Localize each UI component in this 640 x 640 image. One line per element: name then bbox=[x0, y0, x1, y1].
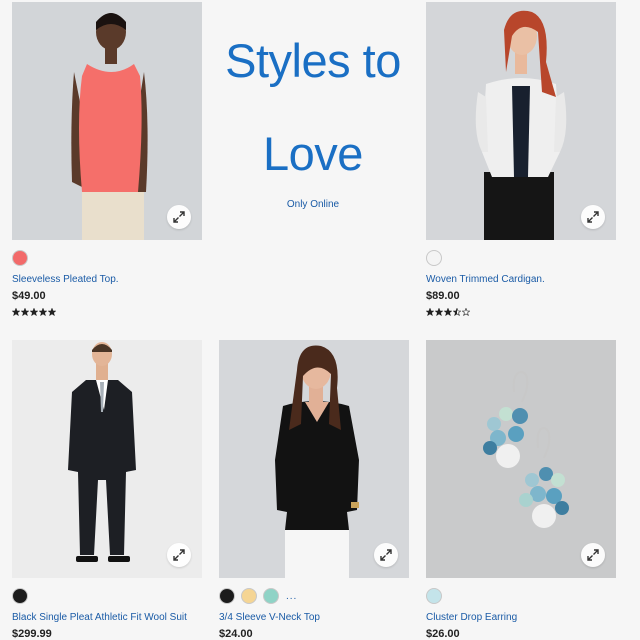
product-image[interactable] bbox=[426, 2, 616, 240]
promo-title-line2: Love bbox=[263, 127, 363, 180]
expand-arrows-icon bbox=[587, 211, 599, 223]
product-price: $299.99 bbox=[12, 628, 52, 640]
star-icon bbox=[453, 308, 461, 316]
star-icon bbox=[30, 308, 38, 316]
color-swatch[interactable] bbox=[12, 588, 28, 604]
product-name[interactable]: Sleeveless Pleated Top. bbox=[12, 274, 202, 287]
color-swatch[interactable] bbox=[263, 588, 279, 604]
expand-button[interactable] bbox=[167, 205, 191, 229]
product-name[interactable]: 3/4 Sleeve V-Neck Top bbox=[219, 612, 409, 625]
swatch-list: ... bbox=[219, 587, 409, 605]
product-name[interactable]: Woven Trimmed Cardigan. bbox=[426, 274, 616, 287]
product-card: ... 3/4 Sleeve V-Neck Top $24.00 bbox=[219, 340, 409, 640]
star-icon bbox=[21, 308, 29, 316]
expand-button[interactable] bbox=[374, 543, 398, 567]
promo-panel: Styles to Love Only Online bbox=[209, 0, 417, 240]
product-photo-vneck bbox=[219, 340, 409, 578]
expand-button[interactable] bbox=[581, 205, 605, 229]
swatch-list bbox=[426, 587, 616, 605]
product-photo-coral-top bbox=[12, 2, 202, 240]
product-price: $26.00 bbox=[426, 628, 460, 640]
product-image[interactable] bbox=[12, 2, 202, 240]
expand-arrows-icon bbox=[173, 211, 185, 223]
product-image[interactable] bbox=[219, 340, 409, 578]
product-image[interactable] bbox=[12, 340, 202, 578]
promo-title-line1: Styles to bbox=[225, 34, 401, 87]
expand-button[interactable] bbox=[167, 543, 191, 567]
star-rating bbox=[12, 308, 202, 318]
star-icon bbox=[435, 308, 443, 316]
swatch-list bbox=[12, 587, 202, 605]
product-photo-earring bbox=[426, 340, 616, 578]
star-rating bbox=[426, 308, 616, 318]
star-icon bbox=[426, 308, 434, 316]
product-image[interactable] bbox=[426, 340, 616, 578]
product-name[interactable]: Black Single Pleat Athletic Fit Wool Sui… bbox=[12, 612, 202, 625]
product-name[interactable]: Cluster Drop Earring bbox=[426, 612, 616, 625]
product-card: Woven Trimmed Cardigan. $89.00 bbox=[426, 2, 616, 318]
expand-arrows-icon bbox=[587, 549, 599, 561]
color-swatch[interactable] bbox=[219, 588, 235, 604]
expand-arrows-icon bbox=[380, 549, 392, 561]
swatch-list bbox=[426, 249, 616, 267]
product-card: Cluster Drop Earring $26.00 bbox=[426, 340, 616, 640]
star-icon bbox=[48, 308, 56, 316]
product-price: $89.00 bbox=[426, 290, 460, 302]
promo-subtitle[interactable]: Only Online bbox=[209, 199, 417, 210]
product-card: Black Single Pleat Athletic Fit Wool Sui… bbox=[12, 340, 202, 640]
swatch-list bbox=[12, 249, 202, 267]
star-icon bbox=[462, 308, 470, 316]
more-colors-link[interactable]: ... bbox=[286, 591, 297, 602]
star-icon bbox=[39, 308, 47, 316]
product-photo-cardigan bbox=[426, 2, 616, 240]
color-swatch[interactable] bbox=[426, 250, 442, 266]
color-swatch[interactable] bbox=[426, 588, 442, 604]
color-swatch[interactable] bbox=[12, 250, 28, 266]
expand-arrows-icon bbox=[173, 549, 185, 561]
star-icon bbox=[12, 308, 20, 316]
product-price: $24.00 bbox=[219, 628, 253, 640]
expand-button[interactable] bbox=[581, 543, 605, 567]
product-photo-suit bbox=[12, 340, 202, 578]
product-price: $49.00 bbox=[12, 290, 46, 302]
star-icon bbox=[444, 308, 452, 316]
product-card: Sleeveless Pleated Top. $49.00 bbox=[12, 2, 202, 318]
color-swatch[interactable] bbox=[241, 588, 257, 604]
